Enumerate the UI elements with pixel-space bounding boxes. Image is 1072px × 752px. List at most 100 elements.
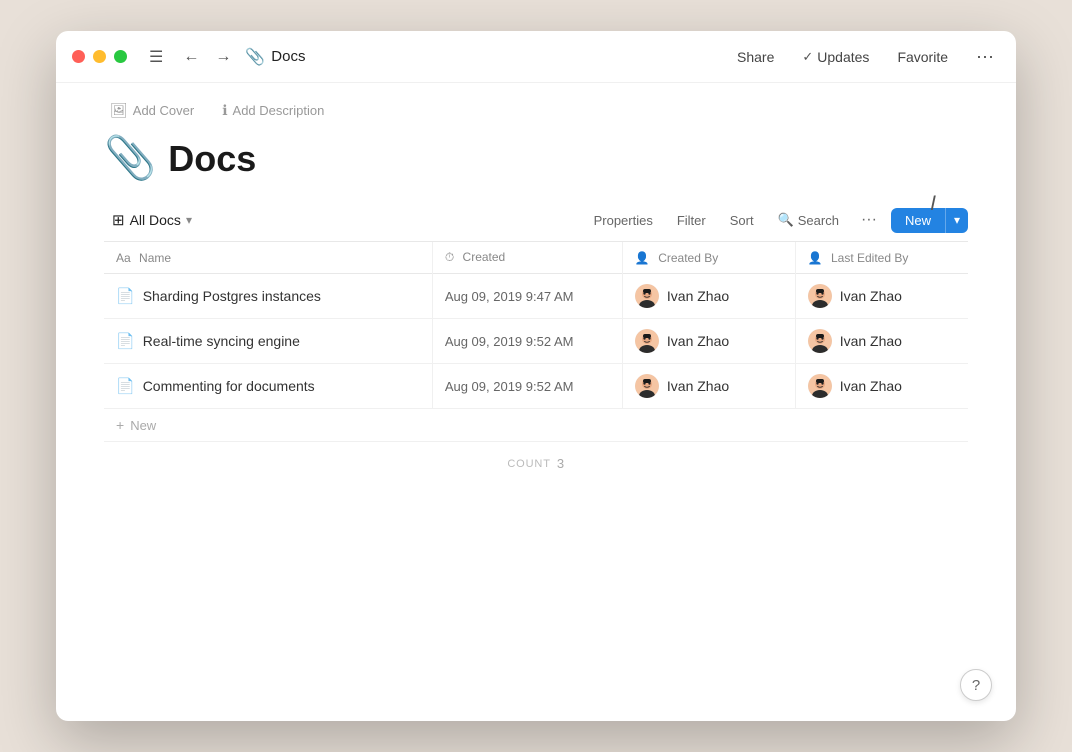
user-name: Ivan Zhao bbox=[667, 333, 729, 349]
table-row[interactable]: 📄 Real-time syncing engine Aug 09, 2019 … bbox=[104, 319, 968, 364]
table-row[interactable]: 📄 Sharding Postgres instances Aug 09, 20… bbox=[104, 274, 968, 319]
col-created-by-label: Created By bbox=[658, 251, 718, 265]
col-created-by: 👤 Created By bbox=[622, 242, 795, 274]
close-button[interactable] bbox=[72, 50, 85, 63]
cell-last-edited-by: Ivan Zhao bbox=[795, 274, 968, 319]
col-created: ⏱ Created bbox=[432, 242, 622, 274]
row-name: Real-time syncing engine bbox=[143, 333, 300, 349]
search-icon: 🔍 bbox=[778, 212, 794, 228]
favorite-button[interactable]: Favorite bbox=[891, 45, 954, 69]
toolbar-actions: Properties Filter Sort 🔍 Search ··· New … bbox=[586, 207, 968, 233]
count-label: COUNT bbox=[507, 458, 551, 470]
view-label: All Docs bbox=[130, 212, 181, 228]
col-name: Aa Name bbox=[104, 242, 432, 274]
search-button[interactable]: 🔍 Search bbox=[770, 208, 847, 232]
image-icon: 🖼 bbox=[110, 102, 128, 119]
row-name: Sharding Postgres instances bbox=[143, 288, 321, 304]
user-name: Ivan Zhao bbox=[840, 378, 902, 394]
database-table: Aa Name ⏱ Created 👤 Created By 👤 Last Ed… bbox=[104, 242, 968, 409]
sort-button[interactable]: Sort bbox=[722, 209, 762, 232]
person-icon: 👤 bbox=[635, 251, 650, 265]
maximize-button[interactable] bbox=[114, 50, 127, 63]
back-button[interactable]: ← bbox=[177, 44, 205, 70]
cell-created: Aug 09, 2019 9:47 AM bbox=[432, 274, 622, 319]
cell-created: Aug 09, 2019 9:52 AM bbox=[432, 364, 622, 409]
page-header: 📎 Docs bbox=[104, 134, 968, 183]
chevron-down-icon: ▾ bbox=[954, 213, 960, 227]
updates-button[interactable]: ✓ Updates bbox=[796, 45, 875, 69]
help-icon: ? bbox=[972, 677, 980, 694]
sort-label: Sort bbox=[730, 213, 754, 228]
add-cover-button[interactable]: 🖼 Add Cover bbox=[104, 99, 200, 122]
new-button-dropdown[interactable]: ▾ bbox=[945, 208, 968, 233]
col-created-label: Created bbox=[463, 250, 506, 264]
col-last-edited-by-label: Last Edited By bbox=[831, 251, 908, 265]
doc-icon: 📄 bbox=[116, 377, 135, 395]
chevron-down-icon: ▾ bbox=[186, 213, 192, 227]
main-content: 🖼 Add Cover ℹ Add Description 📎 Docs 𝐼 ⊞… bbox=[56, 83, 1016, 721]
share-button[interactable]: Share bbox=[731, 45, 780, 69]
share-label: Share bbox=[737, 49, 774, 65]
new-button[interactable]: New bbox=[891, 208, 945, 233]
cell-created-by: Ivan Zhao bbox=[622, 364, 795, 409]
page-title: Docs bbox=[168, 138, 256, 180]
col-name-label: Name bbox=[139, 251, 171, 265]
page-breadcrumb: 📎 Docs bbox=[245, 47, 731, 67]
db-toolbar: ⊞ All Docs ▾ Properties Filter Sort 🔍 Se… bbox=[104, 207, 968, 242]
add-new-label: New bbox=[130, 418, 156, 433]
add-description-label: Add Description bbox=[233, 103, 325, 118]
updates-label: Updates bbox=[817, 49, 869, 65]
nav-buttons: ← → bbox=[177, 44, 237, 70]
table-row[interactable]: 📄 Commenting for documents Aug 09, 2019 … bbox=[104, 364, 968, 409]
cell-last-edited-by: Ivan Zhao bbox=[795, 319, 968, 364]
filter-button[interactable]: Filter bbox=[669, 209, 714, 232]
count-row: COUNT 3 bbox=[104, 442, 968, 485]
doc-icon: 📄 bbox=[116, 287, 135, 305]
top-meta-actions: 🖼 Add Cover ℹ Add Description bbox=[104, 99, 968, 122]
table-icon: ⊞ bbox=[112, 211, 125, 229]
new-button-group: New ▾ bbox=[891, 208, 968, 233]
app-window: ☰ ← → 📎 Docs Share ✓ Updates Favorite ··… bbox=[56, 31, 1016, 721]
avatar bbox=[808, 374, 832, 398]
titlebar: ☰ ← → 📎 Docs Share ✓ Updates Favorite ··… bbox=[56, 31, 1016, 83]
table-header-row: Aa Name ⏱ Created 👤 Created By 👤 Last Ed… bbox=[104, 242, 968, 274]
cell-created-by: Ivan Zhao bbox=[622, 274, 795, 319]
page-title-nav: Docs bbox=[271, 48, 305, 65]
add-new-row[interactable]: + New bbox=[104, 409, 968, 442]
add-description-button[interactable]: ℹ Add Description bbox=[216, 99, 330, 122]
toolbar-more-button[interactable]: ··· bbox=[855, 207, 883, 233]
col-last-edited-by: 👤 Last Edited By bbox=[795, 242, 968, 274]
add-cover-label: Add Cover bbox=[133, 103, 194, 118]
forward-button[interactable]: → bbox=[209, 44, 237, 70]
cell-last-edited-by: Ivan Zhao bbox=[795, 364, 968, 409]
cell-name: 📄 Real-time syncing engine bbox=[104, 319, 432, 364]
plus-icon: + bbox=[116, 417, 124, 433]
text-icon: Aa bbox=[116, 251, 131, 265]
more-options-button[interactable]: ··· bbox=[970, 42, 1000, 71]
clock-icon: ⏱ bbox=[445, 250, 454, 264]
minimize-button[interactable] bbox=[93, 50, 106, 63]
page-icon: 📎 bbox=[245, 47, 265, 67]
cell-name: 📄 Commenting for documents bbox=[104, 364, 432, 409]
avatar bbox=[635, 329, 659, 353]
search-label: Search bbox=[798, 213, 839, 228]
avatar bbox=[635, 374, 659, 398]
properties-button[interactable]: Properties bbox=[586, 209, 661, 232]
doc-icon: 📄 bbox=[116, 332, 135, 350]
view-selector-button[interactable]: ⊞ All Docs ▾ bbox=[104, 207, 200, 233]
filter-label: Filter bbox=[677, 213, 706, 228]
cell-created: Aug 09, 2019 9:52 AM bbox=[432, 319, 622, 364]
help-button[interactable]: ? bbox=[960, 669, 992, 701]
user-name: Ivan Zhao bbox=[840, 288, 902, 304]
check-icon: ✓ bbox=[802, 49, 813, 65]
user-name: Ivan Zhao bbox=[840, 333, 902, 349]
avatar bbox=[635, 284, 659, 308]
cell-name: 📄 Sharding Postgres instances bbox=[104, 274, 432, 319]
sidebar-toggle-button[interactable]: ☰ bbox=[143, 43, 169, 71]
info-icon: ℹ bbox=[222, 102, 227, 119]
user-name: Ivan Zhao bbox=[667, 378, 729, 394]
avatar bbox=[808, 284, 832, 308]
favorite-label: Favorite bbox=[897, 49, 948, 65]
count-value: 3 bbox=[557, 456, 565, 471]
person-icon-2: 👤 bbox=[808, 251, 823, 265]
